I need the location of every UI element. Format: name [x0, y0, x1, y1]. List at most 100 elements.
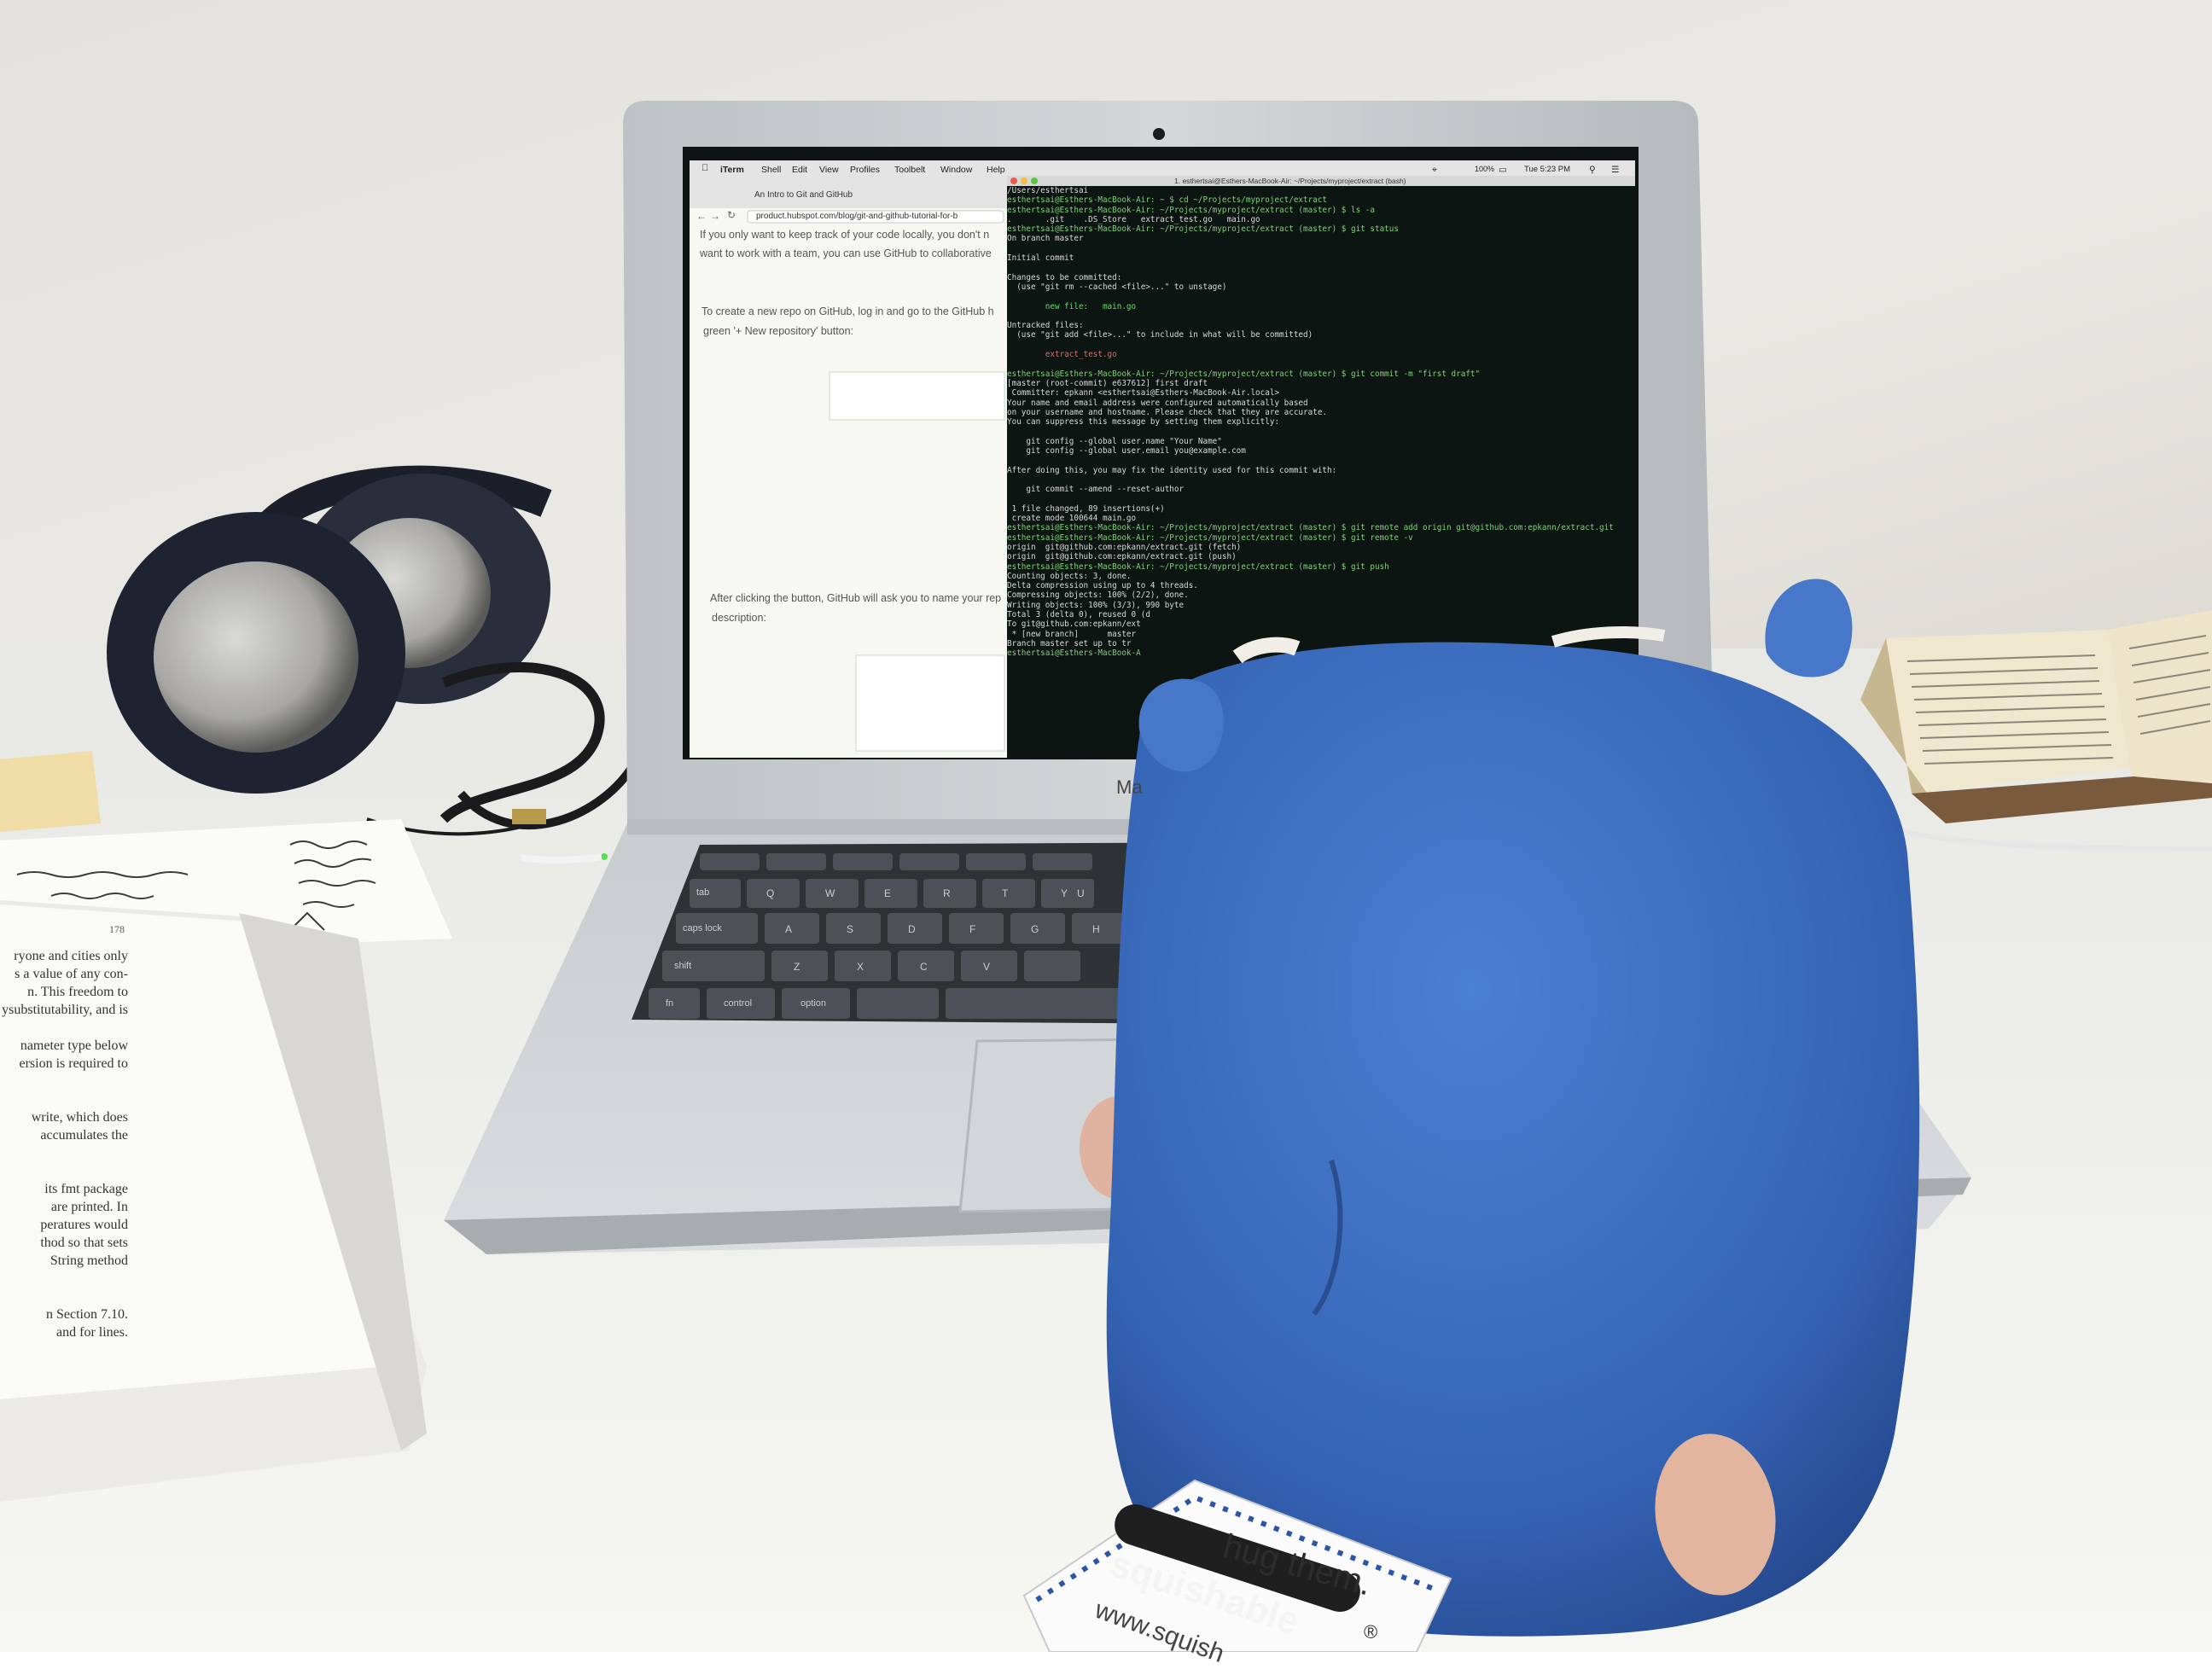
terminal-line: on your username and hostname. Please ch… — [1007, 407, 1328, 417]
terminal-line: Writing objects: 100% (3/3), 990 byte — [1007, 600, 1185, 610]
browser-tab[interactable]: An Intro to Git and GitHub — [754, 190, 853, 200]
article-para2-line2: green '+ New repository' button: — [703, 325, 854, 337]
terminal-line: esthertsai@Esthers-MacBook-Air: ~/Projec… — [1007, 369, 1481, 379]
key-y: Y — [1061, 887, 1068, 899]
terminal-line: git config --global user.name "Your Name… — [1007, 436, 1222, 446]
wifi-icon[interactable]: ⌖ — [1432, 165, 1437, 176]
terminal-output[interactable]: /Users/esthertsai esthertsai@Esthers-MacB… — [1007, 186, 1639, 749]
terminal-line: esthertsai@Esthers-MacBook-A — [1007, 648, 1141, 659]
terminal-line: esthertsai@Esthers-MacBook-Air: ~/Projec… — [1007, 523, 1614, 533]
terminal-line: . .git .DS_Store extract_test.go main.go — [1007, 214, 1260, 224]
forward-icon[interactable]: → — [710, 210, 720, 222]
close-icon[interactable] — [1010, 177, 1017, 184]
clock[interactable]: Tue 5:23 PM — [1524, 165, 1570, 174]
book-line: n. This freedom to — [27, 985, 128, 999]
terminal-line: Untracked files: — [1007, 321, 1084, 331]
menu-app[interactable]: iTerm — [720, 165, 744, 175]
key-x: X — [857, 961, 864, 973]
apple-icon[interactable]:  — [701, 163, 708, 173]
terminal-line: origin git@github.com:epkann/extract.git… — [1007, 552, 1237, 562]
book-line — [0, 1270, 128, 1288]
terminal-line: Branch master set up to tr — [1007, 638, 1132, 648]
menu-shell[interactable]: Shell — [761, 165, 781, 175]
terminal-line: origin git@github.com:epkann/extract.git… — [1007, 542, 1242, 552]
key-u: U — [1077, 887, 1085, 899]
terminal-line: 1 file changed, 89 insertions(+) — [1007, 503, 1165, 514]
sticky-note — [0, 751, 101, 832]
book-line: ysubstitutability, and is — [2, 1003, 128, 1017]
terminal-line: new file: main.go — [1007, 301, 1137, 311]
terminal-line: You can suppress this message by setting… — [1007, 417, 1280, 427]
key-tab: tab — [696, 887, 710, 898]
book-line — [0, 1073, 128, 1090]
zoom-icon[interactable] — [1031, 177, 1038, 184]
reload-icon[interactable]: ↻ — [727, 209, 736, 221]
terminal-line: On branch master — [1007, 234, 1084, 244]
book-line — [0, 1144, 128, 1162]
book-line: thod so that sets — [40, 1236, 128, 1250]
screenshot-thumbnail-1 — [829, 371, 1005, 421]
url-text[interactable]: product.hubspot.com/blog/git-and-github-… — [756, 212, 958, 221]
terminal-line: (use "git rm --cached <file>..." to unst… — [1007, 282, 1227, 292]
book-line: accumulates the — [40, 1128, 128, 1143]
book-line — [0, 1019, 128, 1037]
article-para3-line1: After clicking the button, GitHub will a… — [710, 592, 1002, 604]
terminal-line: * [new branch] master — [1007, 629, 1137, 639]
screenshot-thumbnail-2 — [855, 654, 1005, 752]
book-line — [0, 1288, 128, 1306]
book-line — [0, 1090, 128, 1108]
laptop-brand-label: Ma — [1116, 776, 1143, 798]
book-line: ryone and cities only — [14, 949, 128, 963]
key-v: V — [983, 961, 991, 973]
terminal-line: Your name and email address were configu… — [1007, 398, 1308, 408]
terminal-line: Counting objects: 3, done. — [1007, 571, 1132, 581]
battery-icon[interactable]: ▭ — [1499, 165, 1507, 175]
minimize-icon[interactable] — [1021, 177, 1027, 184]
terminal-line: [master (root-commit) e637612] first dra… — [1007, 378, 1208, 388]
menu-view[interactable]: View — [819, 165, 839, 175]
book-line: write, which does — [31, 1110, 128, 1125]
key-t: T — [1002, 887, 1009, 899]
key-r: R — [943, 887, 951, 899]
terminal-line: After doing this, you may fix the identi… — [1007, 465, 1337, 475]
key-q: Q — [766, 887, 775, 899]
key-option: option — [800, 998, 826, 1009]
book-line: its fmt package — [44, 1182, 128, 1196]
key-w: W — [825, 887, 835, 899]
menu-edit[interactable]: Edit — [792, 165, 807, 175]
menu-help[interactable]: Help — [987, 165, 1005, 175]
battery-percent[interactable]: 100% — [1475, 165, 1494, 173]
terminal-line: esthertsai@Esthers-MacBook-Air: ~ $ cd ~… — [1007, 195, 1328, 206]
tag-registered: ® — [1364, 1621, 1378, 1643]
terminal-line: To git@github.com:epkann/ext — [1007, 619, 1141, 630]
terminal-line: Delta compression using up to 4 threads. — [1007, 581, 1198, 591]
terminal-line: Total 3 (delta 0), reused 0 (d — [1007, 610, 1150, 620]
back-icon[interactable]: ← — [696, 210, 707, 222]
key-d: D — [908, 923, 916, 935]
terminal-line: Changes to be committed: — [1007, 272, 1122, 282]
terminal-line: /Users/esthertsai — [1007, 186, 1089, 195]
menu-toolbelt[interactable]: Toolbelt — [894, 165, 925, 175]
book-line: are printed. In — [50, 1200, 128, 1214]
book-left-text: ryone and cities only s a value of any co… — [0, 947, 128, 1341]
search-icon[interactable]: ⚲ — [1589, 165, 1596, 175]
key-z: Z — [794, 961, 800, 973]
menu-profiles[interactable]: Profiles — [850, 165, 880, 175]
terminal-line: git config --global user.email you@examp… — [1007, 446, 1246, 457]
key-s: S — [847, 923, 854, 935]
terminal-line: extract_test.go — [1007, 350, 1117, 360]
book-line: n Section 7.10. — [46, 1307, 128, 1322]
article-para2-line1: To create a new repo on GitHub, log in a… — [701, 305, 994, 317]
key-h: H — [1092, 923, 1100, 935]
spotlight-icon[interactable]: ☰ — [1611, 165, 1619, 175]
terminal-line: Committer: epkann <esthertsai@Esthers-Ma… — [1007, 388, 1280, 398]
menu-window[interactable]: Window — [940, 165, 972, 175]
book-line: String method — [49, 1253, 128, 1268]
key-control: control — [724, 998, 753, 1009]
